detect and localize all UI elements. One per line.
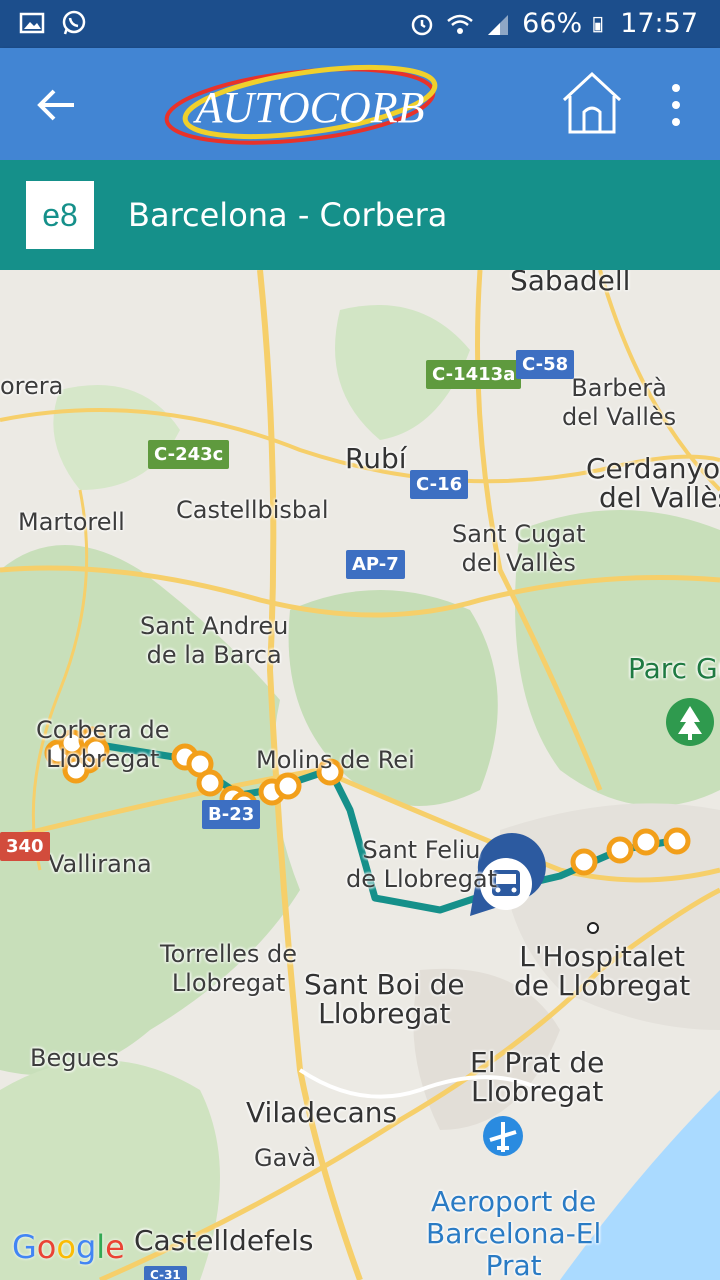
whatsapp-icon <box>62 10 86 35</box>
gallery-icon <box>19 12 45 34</box>
app-bar: AUTOCORB <box>0 48 720 160</box>
map-label-aeroport: Aeroport de Barcelona-El Prat <box>426 1185 602 1280</box>
map-label-vallirana: Vallirana <box>48 850 152 878</box>
google-logo: Google <box>12 1228 125 1266</box>
map-label-el-prat: El Prat de Llobregat <box>470 1046 605 1108</box>
map-label-barbera: Barberà del Vallès <box>562 374 677 431</box>
park-icon <box>666 698 714 746</box>
map-view[interactable]: Sabadell orera Barberà del Vallès Rubí C… <box>0 270 720 1280</box>
home-icon[interactable] <box>560 70 624 136</box>
road-shield-n340: 340 <box>0 832 50 861</box>
map-label-molins: Molins de Rei <box>256 746 415 774</box>
stop-marker <box>196 769 224 797</box>
route-code-badge: e8 <box>26 181 94 249</box>
map-label-begues: Begues <box>30 1044 119 1072</box>
map-label-hospitalet: L'Hospitalet de Llobregat <box>514 940 691 1002</box>
logo-text: AUTOCORB <box>193 83 425 132</box>
road-shield-c31: C-31 <box>144 1266 187 1280</box>
road-shield-c16: C-16 <box>410 470 469 499</box>
battery-percent: 66% <box>522 8 583 39</box>
map-label-corbera-top: orera <box>0 372 64 400</box>
map-label-gava: Gavà <box>254 1144 317 1172</box>
route-title: Barcelona - Corbera <box>128 196 448 234</box>
stop-marker <box>632 828 660 856</box>
map-label-castellbisbal: Castellbisbal <box>176 496 329 524</box>
map-label-parc: Parc Gü <box>628 652 720 685</box>
battery-icon <box>593 16 603 32</box>
map-label-sabadell: Sabadell <box>510 270 631 297</box>
map-label-castelldefels: Castelldefels <box>134 1224 314 1257</box>
map-label-sant-boi: Sant Boi de Llobregat <box>304 968 465 1030</box>
map-label-rubi: Rubí <box>345 442 407 475</box>
stop-marker <box>663 827 691 855</box>
wifi-icon <box>447 14 473 34</box>
status-bar: 66% 17:57 <box>0 0 720 48</box>
stop-marker <box>606 836 634 864</box>
road-shield-ap7: AP-7 <box>346 550 405 579</box>
map-label-martorell: Martorell <box>18 508 125 536</box>
airport-icon <box>483 1116 523 1156</box>
alarm-icon <box>411 14 433 35</box>
autocorb-logo: AUTOCORB <box>164 65 438 145</box>
map-label-sant-cugat: Sant Cugat del Vallès <box>452 520 586 577</box>
road-shield-c58: C-58 <box>516 350 575 379</box>
stop-marker <box>274 772 302 800</box>
road-shield-c1413a: C-1413a <box>426 360 522 389</box>
map-label-corbera: Corbera de Llobregat <box>36 716 170 773</box>
back-arrow-icon[interactable] <box>30 78 84 132</box>
clock: 17:57 <box>620 8 698 39</box>
map-label-sant-andreu: Sant Andreu de la Barca <box>140 612 289 669</box>
map-label-cerdanyola: Cerdanyola del Vallès <box>586 452 720 514</box>
road-shield-c243c: C-243c <box>148 440 230 469</box>
stop-marker <box>570 848 598 876</box>
map-label-viladecans: Viladecans <box>246 1096 398 1129</box>
signal-icon <box>488 14 509 35</box>
route-header: e8 Barcelona - Corbera <box>0 160 720 270</box>
overflow-menu-icon[interactable] <box>654 78 698 132</box>
map-label-torrelles: Torrelles de Llobregat <box>160 940 298 997</box>
road-shield-b23: B-23 <box>202 800 261 829</box>
map-label-sant-feliu: Sant Feliu de Llobregat <box>346 836 498 893</box>
